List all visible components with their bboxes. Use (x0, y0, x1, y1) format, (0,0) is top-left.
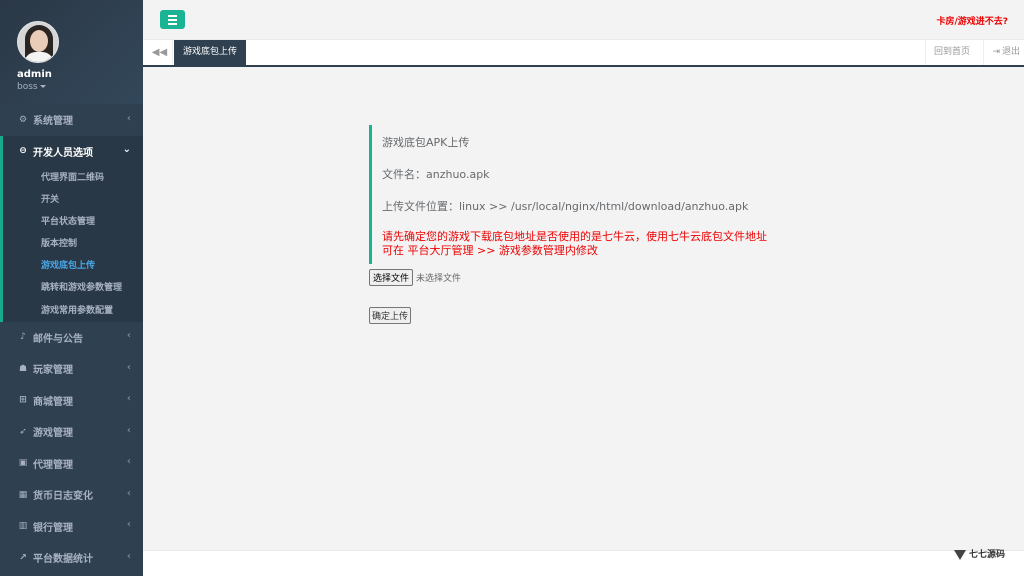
sidebar: admin boss ⚙ 系统管理 ‹ ⊖ 开发人员选项 ⌄ 代理界面二维码 开… (0, 0, 143, 576)
sidebar-item-agents[interactable]: ▣ 代理管理 ‹ (0, 448, 143, 480)
confirm-upload-button[interactable]: 确定上传 (369, 307, 412, 324)
upload-location-text: 上传文件位置：linux >> /usr/local/nginx/html/do… (382, 200, 749, 213)
upload-info-panel: 游戏底包APK上传 文件名：anzhuo.apk 上传文件位置：linux >>… (369, 125, 799, 264)
profile-panel: admin boss (0, 0, 143, 104)
sidebar-item-label: 货币日志变化 (33, 491, 93, 503)
hamburger-icon (168, 14, 177, 17)
gamepad-icon: ⊖ (19, 146, 27, 157)
sidebar-item-label: 游戏管理 (33, 428, 73, 440)
chevron-left-icon: ‹ (126, 330, 131, 342)
sign-out-icon: ⇥ (992, 47, 1000, 57)
chevron-left-icon: ‹ (126, 393, 131, 405)
menu-toggle-button[interactable] (160, 10, 185, 29)
logout-label: 退出 (1001, 47, 1020, 57)
sidebar-item-players[interactable]: ☗ 玩家管理 ‹ (0, 353, 143, 385)
scroll-tabs-left-button[interactable]: ◀◀ (147, 40, 173, 65)
sidebar-item-label: 系统管理 (33, 116, 73, 128)
user-icon: ☗ (18, 363, 28, 374)
file-status-text: 未选择文件 (416, 274, 462, 284)
chevron-left-icon: ‹ (126, 487, 131, 499)
sidebar-item-label: 玩家管理 (33, 365, 73, 377)
rocket-icon: ➶ (19, 426, 27, 437)
tab-game-package-upload[interactable]: 游戏底包上传 (174, 40, 247, 65)
sidebar-item-currency-log[interactable]: ▦ 货币日志变化 ‹ (0, 479, 143, 511)
gears-icon: ⚙ (18, 114, 28, 125)
warning-line-1: 请先确定您的游戏下载底包地址是否使用的是七牛云，使用七牛云底包文件地址 (382, 230, 767, 243)
avatar[interactable] (17, 21, 59, 63)
sidebar-item-mail[interactable]: ♪ 邮件与公告 ‹ (0, 322, 143, 354)
footer (143, 550, 1024, 576)
warning-line-2: 可在 平台大厅管理 >> 游戏参数管理内修改 (382, 244, 598, 257)
submenu-item-redirect-params[interactable]: 跳转和游戏参数管理 (3, 277, 143, 299)
caret-down-icon (39, 85, 46, 88)
watermark-text: 七七源码 (969, 550, 1006, 560)
sidebar-item-bank[interactable]: ▥ 银行管理 ‹ (0, 511, 143, 543)
sidebar-item-label: 代理管理 (33, 459, 73, 471)
chevron-left-icon: ‹ (126, 112, 131, 124)
sidebar-item-system[interactable]: ⚙ 系统管理 ‹ (0, 104, 143, 136)
tab-bar: ◀◀ 游戏底包上传 回到首页 ⇥ 退出 (143, 40, 1024, 67)
chevron-left-icon: ‹ (126, 424, 131, 436)
choose-file-button[interactable]: 选择文件 (369, 269, 414, 286)
sidebar-item-shop[interactable]: ⊞ 商城管理 ‹ (0, 385, 143, 417)
submenu-item-switch[interactable]: 开关 (3, 189, 143, 211)
watermark-logo: 七七源码 (954, 543, 1008, 567)
sidebar-item-label: 商城管理 (33, 396, 73, 408)
logout-button[interactable]: ⇥ 退出 (983, 40, 1024, 65)
sidebar-menu: ⚙ 系统管理 ‹ ⊖ 开发人员选项 ⌄ 代理界面二维码 开关 平台状态管理 版本… (0, 104, 143, 574)
user-role-dropdown[interactable]: boss (17, 82, 143, 92)
chevron-left-icon: ‹ (126, 361, 131, 373)
file-name-text: 文件名：anzhuo.apk (382, 168, 490, 181)
sidebar-item-label: 平台数据统计 (33, 554, 93, 566)
sidebar-item-label: 邮件与公告 (33, 333, 83, 345)
submenu-item-platform-status[interactable]: 平台状态管理 (3, 211, 143, 233)
room-stuck-link[interactable]: 卡房/游戏进不去? (936, 14, 1008, 27)
main-content: 游戏底包APK上传 文件名：anzhuo.apk 上传文件位置：linux >>… (143, 67, 1024, 550)
return-home-button[interactable]: 回到首页 (924, 40, 978, 65)
submenu-item-agent-qrcode[interactable]: 代理界面二维码 (3, 167, 143, 189)
chevron-down-icon: ⌄ (122, 144, 131, 156)
sidebar-item-statistics[interactable]: ↗ 平台数据统计 ‹ (0, 542, 143, 574)
chevron-left-icon: ‹ (126, 550, 131, 562)
sidebar-item-developer[interactable]: ⊖ 开发人员选项 ⌄ (0, 135, 143, 167)
submenu-item-common-params[interactable]: 游戏常用参数配置 (3, 300, 143, 322)
user-role-label: boss (17, 82, 38, 92)
developer-submenu: 代理界面二维码 开关 平台状态管理 版本控制 游戏底包上传 跳转和游戏参数管理 … (0, 167, 143, 322)
bank-icon: ▥ (18, 521, 28, 532)
file-input-row: 选择文件 未选择文件 (369, 269, 461, 286)
calendar-icon: ▦ (18, 489, 28, 500)
sidebar-item-games[interactable]: ➶ 游戏管理 ‹ (0, 416, 143, 448)
chevron-left-icon: ‹ (126, 456, 131, 468)
lock-icon: ▣ (18, 458, 28, 469)
cart-icon: ⊞ (19, 395, 27, 406)
chevron-left-icon: ‹ (126, 519, 131, 531)
user-name: admin (17, 69, 52, 80)
submenu-item-game-package-upload[interactable]: 游戏底包上传 (3, 255, 143, 277)
chart-icon: ↗ (19, 552, 27, 563)
submenu-item-version-control[interactable]: 版本控制 (3, 233, 143, 255)
bell-icon: ♪ (20, 332, 26, 343)
v-logo-icon (954, 549, 966, 561)
backward-icon: ◀◀ (151, 47, 168, 58)
upload-title: 游戏底包APK上传 (382, 136, 470, 149)
top-navbar: 卡房/游戏进不去? (143, 0, 1024, 40)
sidebar-item-label: 开发人员选项 (33, 147, 93, 159)
sidebar-item-label: 银行管理 (33, 522, 73, 534)
